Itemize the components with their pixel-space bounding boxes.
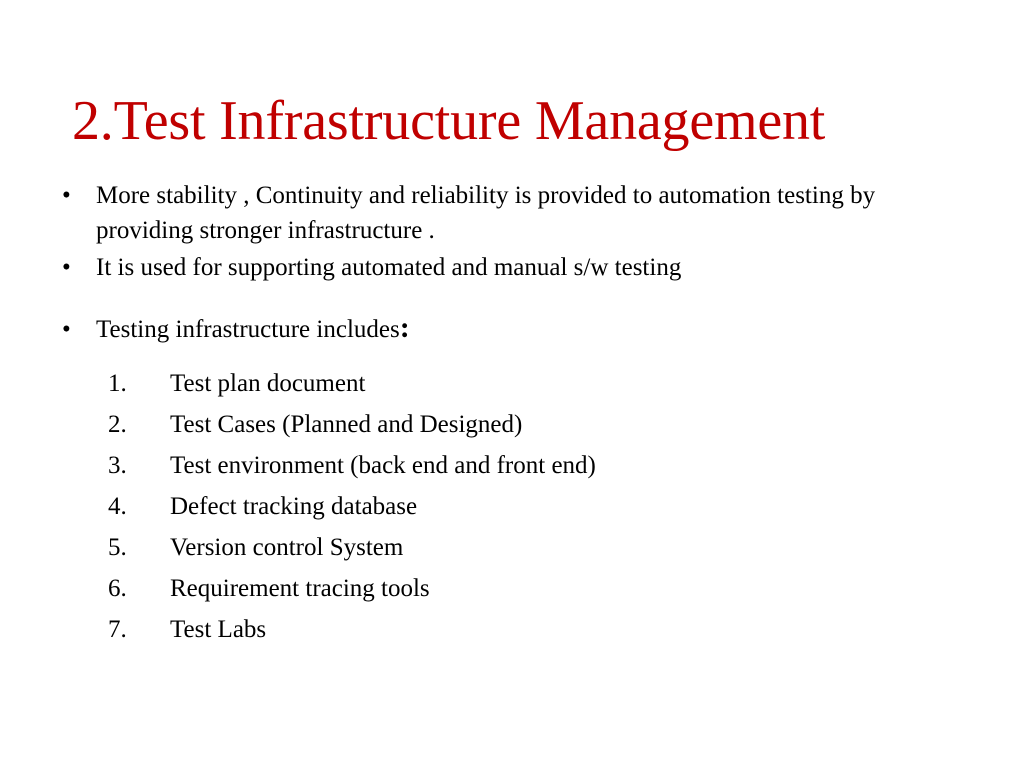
bullet-marker-icon: • bbox=[62, 316, 71, 343]
list-item: 6. Requirement tracing tools bbox=[0, 568, 1024, 609]
bullet-item: • It is used for supporting automated an… bbox=[0, 250, 1024, 285]
bullet-marker-icon: • bbox=[62, 254, 71, 281]
bullet-text: More stability , Continuity and reliabil… bbox=[96, 182, 876, 244]
list-item-number: 7. bbox=[108, 616, 127, 643]
bullet-text: It is used for supporting automated and … bbox=[96, 254, 682, 281]
list-item: 4. Defect tracking database bbox=[0, 486, 1024, 527]
bullet-text-main: Testing infrastructure includes bbox=[96, 316, 400, 343]
list-item-number: 3. bbox=[108, 452, 127, 479]
list-item-number: 1. bbox=[108, 370, 127, 397]
list-item: 2. Test Cases (Planned and Designed) bbox=[0, 404, 1024, 445]
list-item-label: Version control System bbox=[170, 534, 404, 561]
list-item-number: 5. bbox=[108, 534, 127, 561]
list-item-label: Test Cases (Planned and Designed) bbox=[170, 411, 523, 438]
list-item: 3. Test environment (back end and front … bbox=[0, 445, 1024, 486]
slide-body: • More stability , Continuity and reliab… bbox=[0, 178, 1024, 650]
bullet-text-colon: : bbox=[399, 311, 410, 344]
bullet-text: Testing infrastructure includes: bbox=[96, 312, 964, 347]
list-item-label: Test environment (back end and front end… bbox=[170, 452, 596, 479]
bullet-item: • Testing infrastructure includes: bbox=[0, 312, 1024, 347]
list-item: 7. Test Labs bbox=[0, 609, 1024, 650]
slide-title: 2.Test Infrastructure Management bbox=[72, 89, 826, 152]
list-item-number: 4. bbox=[108, 493, 127, 520]
list-item-label: Requirement tracing tools bbox=[170, 575, 430, 602]
list-item-label: Test plan document bbox=[170, 370, 366, 397]
list-item-number: 2. bbox=[108, 411, 127, 438]
list-item: 5. Version control System bbox=[0, 527, 1024, 568]
list-item-number: 6. bbox=[108, 575, 127, 602]
list-item: 1. Test plan document bbox=[0, 363, 1024, 404]
numbered-list: 1. Test plan document 2. Test Cases (Pla… bbox=[0, 363, 1024, 650]
list-item-label: Defect tracking database bbox=[170, 493, 418, 520]
presentation-slide: 2.Test Infrastructure Management • More … bbox=[0, 0, 1024, 768]
bullet-marker-icon: • bbox=[62, 182, 71, 209]
bullet-item: • More stability , Continuity and reliab… bbox=[0, 178, 1024, 248]
list-item-label: Test Labs bbox=[170, 616, 267, 643]
